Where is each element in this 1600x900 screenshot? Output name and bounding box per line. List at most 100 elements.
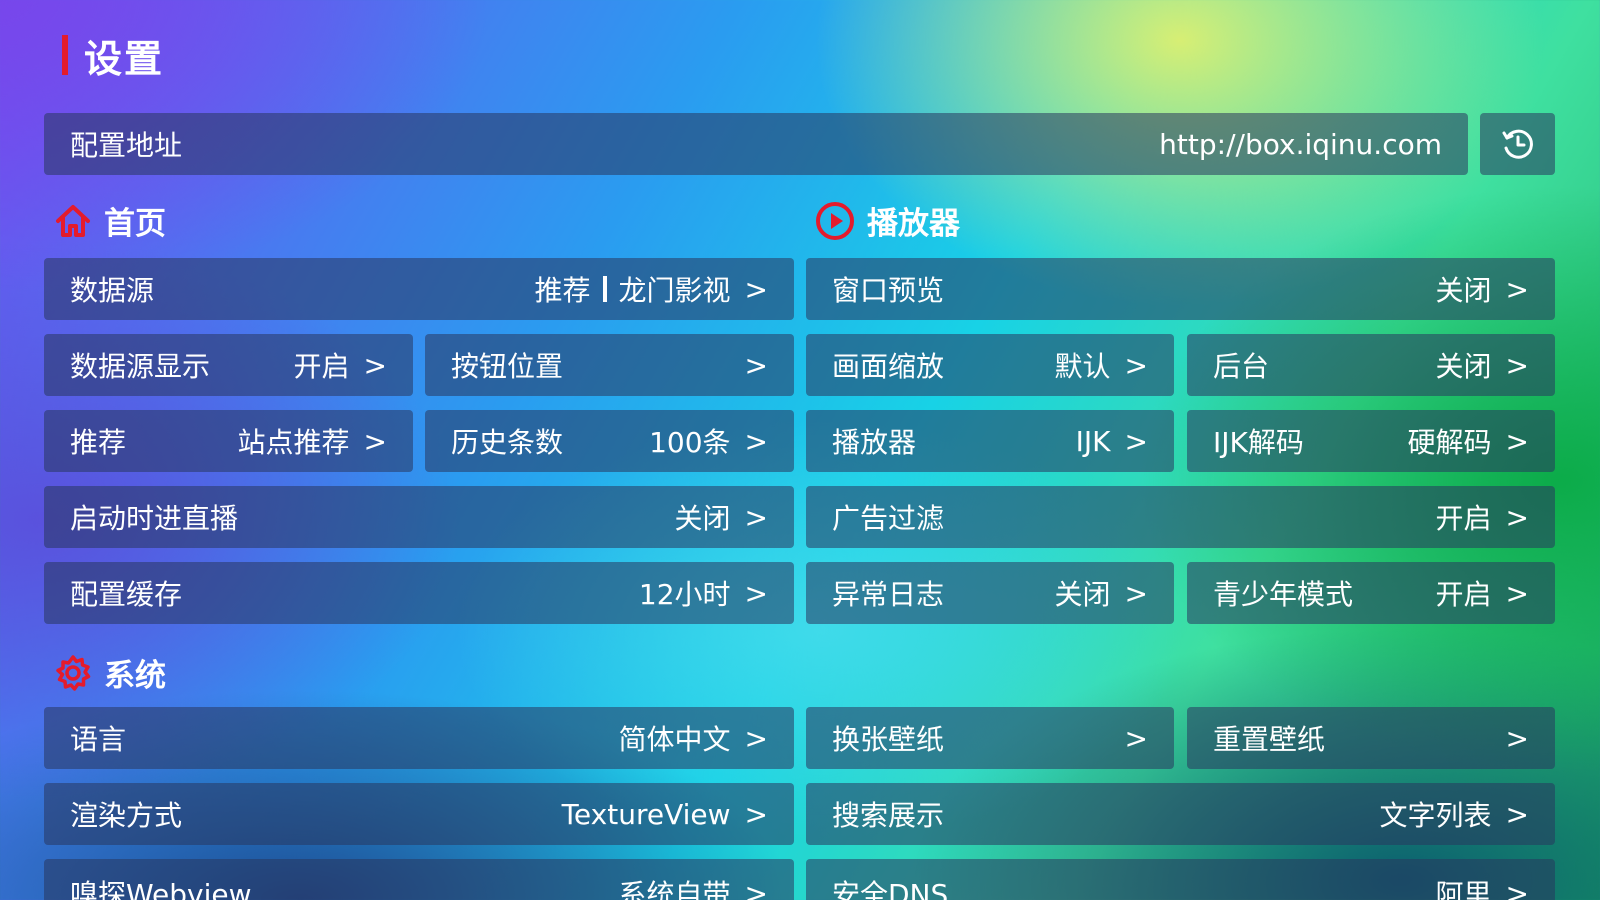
setting-label: 青少年模式 (1213, 578, 1354, 611)
setting-label: 历史条数 (451, 426, 564, 459)
setting-value: 站点推荐 > (238, 421, 387, 461)
setting-label: 配置缓存 (70, 578, 183, 611)
config-address-label: 配置地址 (70, 129, 183, 162)
setting-render-mode[interactable]: 渲染方式 TextureView > (44, 783, 794, 845)
setting-value: > (1492, 722, 1529, 755)
value-text: 12小时 (638, 578, 731, 611)
value-text: IJK (1075, 424, 1111, 458)
setting-source-display[interactable]: 数据源显示 开启 > (44, 334, 413, 396)
setting-ad-filter[interactable]: 广告过滤 开启 > (806, 486, 1555, 548)
setting-search-display[interactable]: 搜索展示 文字列表 > (806, 783, 1555, 845)
value-text: 关闭 (1435, 350, 1492, 383)
chevron-right-icon: > (1505, 576, 1529, 610)
setting-startup-live[interactable]: 启动时进直播 关闭 > (44, 486, 794, 548)
setting-value: 硬解码 > (1408, 421, 1529, 461)
setting-value: IJK > (1076, 425, 1148, 458)
setting-scaling[interactable]: 画面缩放 默认 > (806, 334, 1174, 396)
setting-label: 数据源显示 (70, 350, 211, 383)
chevron-right-icon: > (1124, 721, 1148, 755)
page-title-wrap: 设置 (62, 34, 164, 81)
setting-value: TextureView > (562, 798, 768, 831)
setting-label: 按钮位置 (451, 350, 564, 383)
section-player-title: 播放器 (867, 206, 960, 242)
value-text: 关闭 (1435, 274, 1492, 307)
setting-secure-dns[interactable]: 安全DNS 阿里 > (806, 859, 1555, 900)
section-system-title: 系统 (104, 658, 166, 694)
setting-history-count[interactable]: 历史条数 100条 > (425, 410, 794, 472)
setting-reset-wallpaper[interactable]: 重置壁纸 > (1187, 707, 1555, 769)
setting-data-source[interactable]: 数据源 推荐 龙门影视 > (44, 258, 794, 320)
setting-value: 关闭 > (1055, 573, 1148, 613)
setting-value: > (731, 349, 768, 382)
setting-value: 100条 > (649, 421, 768, 461)
setting-teen-mode[interactable]: 青少年模式 开启 > (1187, 562, 1555, 624)
chevron-right-icon: > (363, 424, 387, 458)
chevron-right-icon: > (744, 721, 768, 755)
value-text: 关闭 (1054, 578, 1111, 611)
chevron-right-icon: > (1505, 348, 1529, 382)
value-text: 站点推荐 (237, 426, 350, 459)
chevron-right-icon: > (1505, 272, 1529, 306)
setting-sniff-webview[interactable]: 嗅探Webview 系统自带 > (44, 859, 794, 900)
value-text: 开启 (1435, 502, 1492, 535)
value-text: 文字列表 (1379, 799, 1492, 832)
chevron-right-icon: > (1505, 500, 1529, 534)
chevron-right-icon: > (1505, 721, 1529, 755)
setting-value: > (1111, 722, 1148, 755)
value-text: 简体中文 (618, 723, 731, 756)
setting-value: 关闭 > (1436, 269, 1529, 309)
config-address-value: http://box.iqinu.com (1159, 127, 1442, 161)
setting-label: 搜索展示 (832, 799, 945, 832)
chevron-right-icon: > (1124, 424, 1148, 458)
setting-value: 开启 > (1436, 497, 1529, 537)
setting-ijk-decode[interactable]: IJK解码 硬解码 > (1187, 410, 1555, 472)
history-icon (1502, 129, 1533, 159)
value-text: 开启 (293, 350, 350, 383)
chevron-right-icon: > (1124, 576, 1148, 610)
setting-error-log[interactable]: 异常日志 关闭 > (806, 562, 1174, 624)
setting-recommend[interactable]: 推荐 站点推荐 > (44, 410, 413, 472)
value-text: 硬解码 (1407, 426, 1492, 459)
setting-language[interactable]: 语言 简体中文 > (44, 707, 794, 769)
setting-label: 安全DNS (832, 878, 949, 900)
setting-value: 简体中文 > (619, 718, 768, 758)
setting-window-preview[interactable]: 窗口预览 关闭 > (806, 258, 1555, 320)
play-circle-icon (816, 201, 854, 240)
config-history-button[interactable] (1480, 113, 1555, 175)
title-accent-bar (62, 35, 68, 75)
value-text: 默认 (1054, 350, 1111, 383)
setting-player[interactable]: 播放器 IJK > (806, 410, 1174, 472)
setting-value: 默认 > (1055, 345, 1148, 385)
setting-value: 开启 > (294, 345, 387, 385)
setting-label: 异常日志 (832, 578, 945, 611)
setting-change-wallpaper[interactable]: 换张壁纸 > (806, 707, 1174, 769)
value-source-name: 龙门影视 (618, 274, 731, 307)
chevron-right-icon: > (744, 272, 768, 306)
chevron-right-icon: > (1505, 424, 1529, 458)
setting-label: 播放器 (832, 426, 917, 459)
setting-button-position[interactable]: 按钮位置 > (425, 334, 794, 396)
setting-background-play[interactable]: 后台 关闭 > (1187, 334, 1555, 396)
gear-icon (56, 654, 91, 691)
setting-value: 阿里 > (1436, 873, 1529, 900)
setting-value: 开启 > (1436, 573, 1529, 613)
setting-label: 换张壁纸 (832, 723, 945, 756)
page-title: 设置 (84, 36, 165, 81)
chevron-right-icon: > (744, 424, 768, 458)
setting-value: 关闭 > (1436, 345, 1529, 385)
setting-label: IJK解码 (1213, 426, 1304, 459)
setting-label: 重置壁纸 (1213, 723, 1326, 756)
section-home-title: 首页 (104, 206, 166, 242)
value-text: 100条 (649, 426, 731, 459)
config-address-row[interactable]: 配置地址 http://box.iqinu.com (44, 113, 1468, 175)
chevron-right-icon: > (1505, 797, 1529, 831)
setting-label: 画面缩放 (832, 350, 945, 383)
chevron-right-icon: > (744, 576, 768, 610)
setting-label: 语言 (70, 723, 127, 756)
value-text: 开启 (1435, 578, 1492, 611)
setting-config-cache[interactable]: 配置缓存 12小时 > (44, 562, 794, 624)
value-separator (602, 276, 607, 302)
setting-label: 推荐 (70, 426, 127, 459)
setting-value: 推荐 龙门影视 > (535, 269, 769, 309)
section-system: 系统 (54, 650, 166, 695)
